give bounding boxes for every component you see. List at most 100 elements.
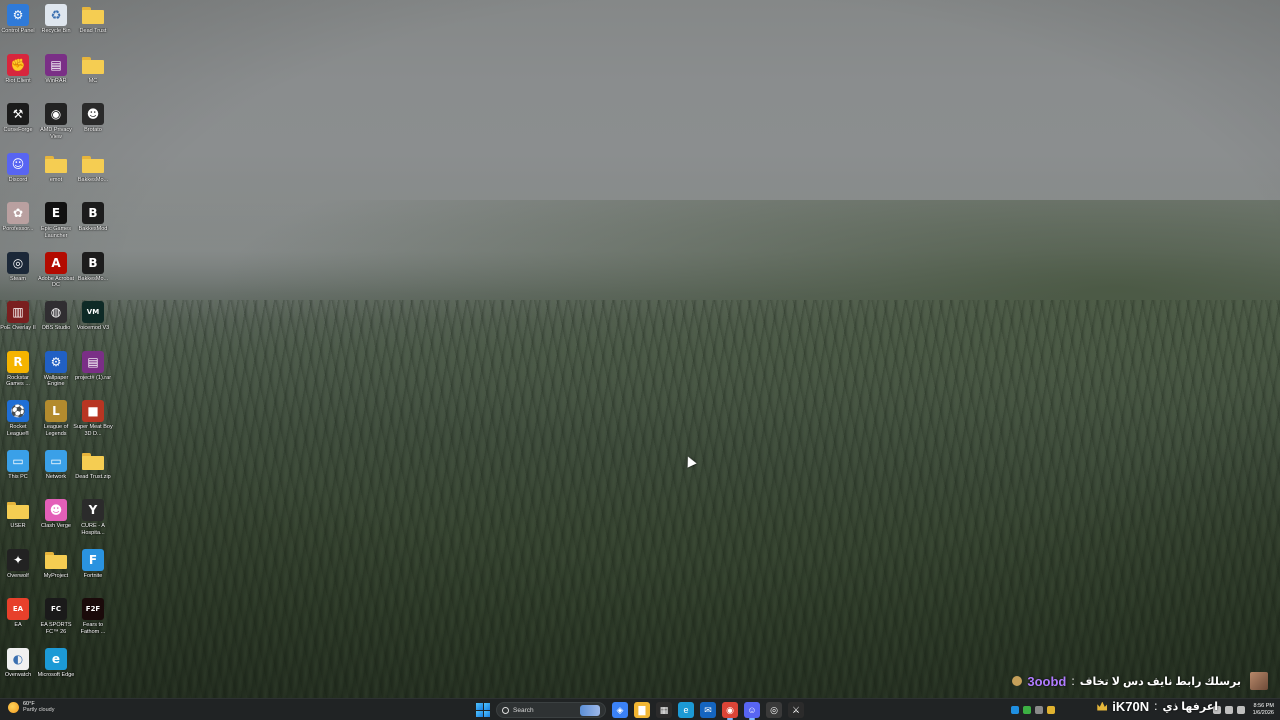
desktop-icon-label: Network: [45, 473, 67, 480]
desktop-icon-ea-sports-fc[interactable]: FC EA SPORTS FC™ 26: [37, 598, 75, 635]
chat-avatar: [1250, 672, 1268, 690]
desktop-icon-brotato[interactable]: ☻ Brotato: [74, 103, 112, 134]
desktop-icon-microsoft-edge[interactable]: e Microsoft Edge: [37, 647, 75, 679]
desktop-icon-label: Steam: [10, 275, 26, 282]
desktop-icon-folder[interactable]: Dead Trust: [74, 4, 112, 35]
desktop-wallpaper: [0, 0, 1280, 698]
desktop-icon-label: Rockstar Games ...: [6, 374, 30, 388]
desktop-icon-discord[interactable]: ☺ Discord: [0, 152, 37, 184]
desktop-icon-label: emot: [49, 176, 63, 183]
desktop-icon-voicemod[interactable]: VM Voicemod V3: [74, 301, 112, 332]
desktop-icon-poe-overlay[interactable]: ▥ PoE Overlay II: [0, 301, 37, 332]
desktop-icon-folder[interactable]: emot: [37, 153, 75, 184]
chat-username: 3oobd: [1027, 673, 1067, 689]
desktop-icon-recycle-bin[interactable]: ♻ Recycle Bin: [37, 4, 75, 35]
chat-overlay: 3oobd : برسلك رابط نايف دس لا تخاف: [1012, 670, 1268, 692]
desktop-icon-folder[interactable]: MC: [74, 54, 112, 85]
volume-icon[interactable]: [1224, 706, 1233, 714]
file-explorer-app-icon[interactable]: ▇: [634, 702, 650, 718]
desktop-icon-cure-game[interactable]: Y CURE - A Hospita...: [74, 499, 112, 536]
desktop-icon-network[interactable]: ▭ Network: [37, 449, 75, 481]
ea-icon: EA: [7, 598, 29, 620]
riot-client-icon: ✊: [7, 53, 29, 76]
desktop-icon-this-pc[interactable]: ▭ This PC: [0, 449, 37, 481]
desktop-icon-label: project# (1).rar: [74, 374, 112, 381]
taskbar-search-box[interactable]: Search: [496, 702, 606, 718]
network-icon: ▭: [45, 449, 67, 472]
desktop-icon-super-meat-boy[interactable]: ■ Super Meat Boy 3D D...: [73, 400, 113, 437]
desktop-icon-obs-studio[interactable]: ◍ OBS Studio: [37, 301, 75, 332]
winrar-archive-icon: ▤: [82, 350, 104, 373]
wallpaper-vignette: [0, 0, 1280, 698]
desktop-icon-folder[interactable]: BakkesMo...: [74, 153, 112, 184]
folder-icon: [82, 56, 104, 74]
desktop-icon-adobe-acrobat[interactable]: A Adobe Acrobat DC: [37, 251, 75, 289]
steam-icon: ◎: [7, 251, 29, 274]
desktop-icon-zip-folder[interactable]: Dead Trust.zip: [74, 450, 112, 481]
desktop-icon-ea[interactable]: EA EA: [0, 598, 37, 629]
desktop-icon-steam[interactable]: ◎ Steam: [0, 251, 37, 283]
desktop-icon-label: Fortnite: [83, 572, 103, 579]
desktop-icon-winrar[interactable]: ▤ WinRAR: [37, 53, 75, 85]
desktop-icon-curseforge[interactable]: ⚒ CurseForge: [0, 103, 37, 134]
desktop-icon-rockstar-games[interactable]: R Rockstar Games ...: [0, 350, 37, 388]
desktop-icon-label: Adobe Acrobat DC: [37, 275, 75, 289]
desktop-icon-folder[interactable]: MyProject: [37, 549, 75, 580]
desktop-icon-fears-to-fathom[interactable]: F2F Fears to Fathom ...: [74, 598, 112, 635]
clash-verge-icon: ☻: [45, 499, 67, 521]
desktop-icon-overwatch[interactable]: ◐ Overwatch: [0, 647, 37, 679]
microsoft-store-app-icon[interactable]: ▦: [656, 702, 672, 718]
desktop-icon-label: Control Panel: [1, 28, 35, 34]
desktop-icon-bakkesmod[interactable]: B BakkesMod: [74, 202, 112, 233]
rockstar-games-icon: R: [7, 350, 29, 373]
copilot-app-icon[interactable]: ◈: [612, 702, 628, 718]
edge-app-icon[interactable]: e: [678, 702, 694, 718]
desktop-icon-wallpaper-engine[interactable]: ⚙ Wallpaper Engine: [37, 350, 75, 388]
recycle-bin-icon: ♻: [45, 4, 67, 26]
desktop-icon-control-panel[interactable]: ⚙ Control Panel: [0, 4, 37, 35]
windows-logo-icon-pane: [483, 703, 490, 710]
tray-app-icon[interactable]: [1034, 706, 1043, 714]
taskbar-clock[interactable]: 8:56 PM 1/6/2026: [1253, 703, 1274, 717]
porofessor-icon: ✿: [7, 202, 29, 224]
sword-app-icon[interactable]: ⚔: [788, 702, 804, 718]
weather-widget[interactable]: 60°F Partly cloudy: [8, 701, 55, 714]
folder-icon: [82, 155, 104, 173]
desktop-icon-label: Overwatch: [4, 671, 32, 678]
outlook-app-icon[interactable]: ✉: [700, 702, 716, 718]
tray-crown-icon[interactable]: [1046, 706, 1055, 714]
desktop-icon-bakkesmod[interactable]: B BakkesMo...: [74, 251, 112, 283]
chrome-app-icon[interactable]: ◉: [722, 702, 738, 720]
curseforge-icon: ⚒: [7, 103, 29, 125]
desktop-icon-folder[interactable]: USER: [0, 499, 37, 530]
obs-studio-icon: ◍: [45, 301, 67, 323]
windows-logo-icon: [476, 703, 483, 710]
discord-app-icon[interactable]: ☺: [744, 702, 760, 720]
stream-tag-name: iK70N: [1112, 698, 1150, 714]
desktop-icon-amd-privacy-view[interactable]: ◉ AMD Privacy View: [37, 103, 75, 140]
desktop-icon-label: PoE Overlay II: [0, 325, 36, 331]
desktop-icon-label: CurseForge: [3, 127, 33, 133]
bluetooth-icon[interactable]: [1010, 706, 1019, 714]
desktop-icon-clash-verge[interactable]: ☻ Clash Verge: [37, 499, 75, 530]
riot-app-icon[interactable]: ◎: [766, 702, 782, 718]
desktop-icon-rocket-league[interactable]: ⚽ Rocket League®: [0, 400, 37, 437]
desktop-icon-overwolf[interactable]: ✦ Overwolf: [0, 548, 37, 580]
league-of-legends-icon: L: [45, 400, 67, 422]
start-button[interactable]: [476, 703, 490, 717]
desktop-icon-label: Fears to Fathom ...: [80, 622, 106, 635]
wallpaper-engine-icon: ⚙: [45, 350, 67, 373]
desktop-icon-league-of-legends[interactable]: L League of Legends: [37, 400, 75, 437]
desktop-icon-winrar-archive[interactable]: ▤ project# (1).rar: [74, 350, 112, 382]
microsoft-edge-icon: e: [45, 647, 67, 670]
desktop-icon-porofessor[interactable]: ✿ Porofessor...: [0, 202, 37, 233]
desktop-icon-epic-games[interactable]: E Epic Games Launcher: [37, 202, 75, 239]
overwatch-icon: ◐: [7, 647, 29, 670]
desktop-icon-label: Porofessor...: [2, 226, 34, 232]
desktop-icon-label: BakkesMod: [78, 226, 108, 232]
nvidia-icon[interactable]: [1022, 706, 1031, 714]
battery-icon[interactable]: [1236, 706, 1245, 714]
desktop-icon-label: Brotato: [84, 127, 102, 133]
desktop-icon-riot-client[interactable]: ✊ Riot Client: [0, 53, 37, 85]
desktop-icon-fortnite[interactable]: F Fortnite: [74, 548, 112, 580]
